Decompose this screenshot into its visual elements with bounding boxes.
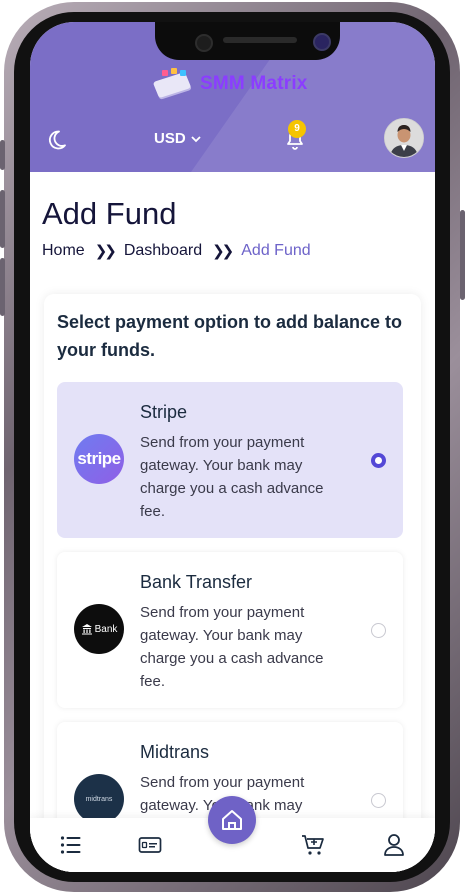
avatar[interactable] <box>384 118 424 158</box>
side-button <box>0 140 5 170</box>
nav-menu[interactable] <box>58 832 84 858</box>
moon-icon[interactable] <box>44 128 68 152</box>
currency-label: USD <box>154 130 186 147</box>
option-radio[interactable] <box>371 623 386 638</box>
nav-home[interactable] <box>208 796 256 844</box>
breadcrumb-home[interactable]: Home <box>42 242 85 260</box>
payment-heading: Select payment option to add balance to … <box>57 312 403 360</box>
brand-logo[interactable]: SMM Matrix <box>152 68 308 100</box>
option-name: Midtrans <box>140 742 210 762</box>
user-icon <box>384 834 404 856</box>
phone-notch <box>155 22 340 60</box>
payment-option-stripe[interactable]: stripe Stripe Send from your payment gat… <box>57 382 403 538</box>
option-name: Bank Transfer <box>140 572 253 592</box>
option-description: Send from your payment gateway. Your ban… <box>140 604 324 690</box>
main-content: Add Fund Home ❯❯ Dashboard ❯❯ Add Fund S… <box>30 172 435 872</box>
cart-icon <box>302 835 324 855</box>
currency-selector[interactable]: USD <box>154 130 202 147</box>
breadcrumb-current: Add Fund <box>241 242 311 259</box>
menu-icon <box>60 836 81 854</box>
home-icon <box>222 810 242 830</box>
nav-wallet[interactable] <box>137 832 163 858</box>
chevron-double-right-icon: ❯❯ <box>212 243 234 260</box>
notification-badge: 9 <box>288 120 306 138</box>
bank-icon <box>81 624 92 635</box>
side-button <box>0 258 5 316</box>
midtrans-logo: midtrans <box>74 774 124 824</box>
side-button <box>460 210 465 300</box>
stripe-logo: stripe <box>74 434 124 484</box>
payment-panel: Select payment option to add balance to … <box>44 294 421 872</box>
brand-name: SMM Matrix <box>200 73 308 94</box>
header-toolbar: USD <box>30 122 435 158</box>
breadcrumb: Home ❯❯ Dashboard ❯❯ Add Fund <box>42 242 311 260</box>
side-button <box>0 190 5 248</box>
wallet-icon <box>138 837 162 853</box>
page-title: Add Fund <box>42 196 177 231</box>
payment-option-bank-transfer[interactable]: Bank Bank Transfer Send from your paymen… <box>57 552 403 708</box>
logo-icon <box>152 68 194 100</box>
nav-profile[interactable] <box>381 832 407 858</box>
bank-logo: Bank <box>74 604 124 654</box>
chevron-down-icon <box>191 135 201 142</box>
option-radio[interactable] <box>371 453 386 468</box>
bottom-nav <box>30 796 435 872</box>
breadcrumb-dashboard[interactable]: Dashboard <box>124 242 202 260</box>
nav-cart[interactable] <box>300 832 326 858</box>
screen: SMM Matrix USD 9 Add Fund Home ❯❯ Dashbo… <box>30 22 435 872</box>
chevron-double-right-icon: ❯❯ <box>94 243 117 260</box>
option-radio[interactable] <box>371 793 386 808</box>
user-photo <box>385 119 423 157</box>
option-description: Send from your payment gateway. Your ban… <box>140 434 324 520</box>
option-name: Stripe <box>140 402 188 422</box>
